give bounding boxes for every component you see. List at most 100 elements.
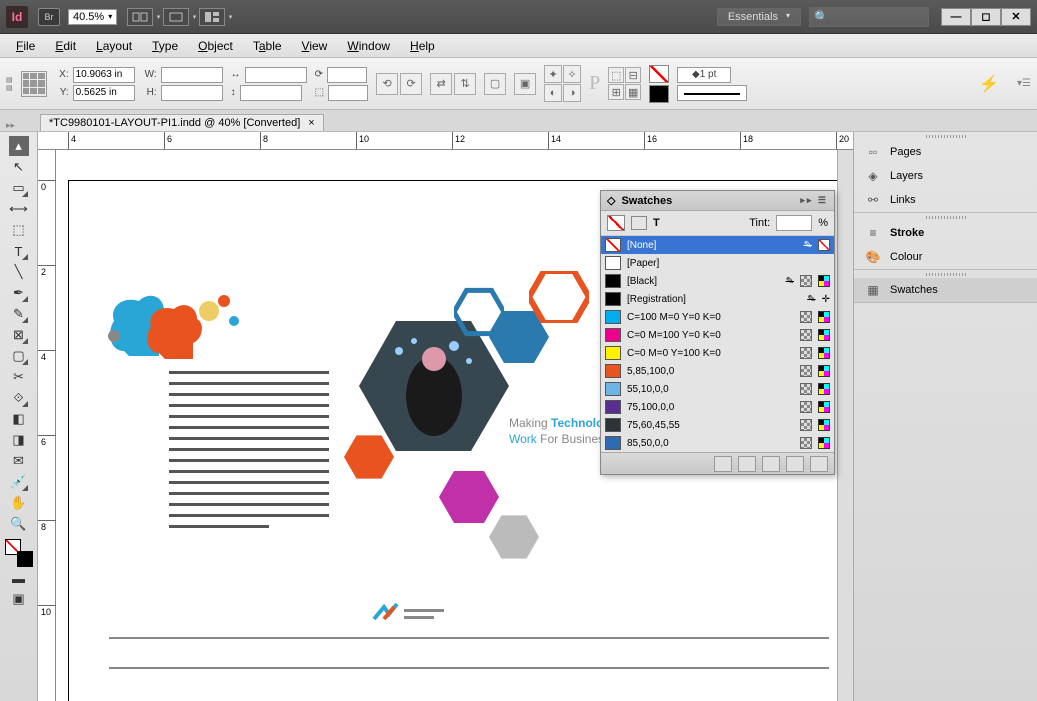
flip-v-icon[interactable]: ⇅ [454,73,476,95]
swatches-floating-panel[interactable]: ◇ Swatches T Tint: % [None]✎[Paper][Blac… [600,190,835,475]
content-icon[interactable]: ▣ [514,73,536,95]
stroke-style-dropdown[interactable] [677,85,747,101]
menu-edit[interactable]: Edit [47,37,84,55]
stroke-swatch-icon[interactable] [631,216,647,230]
workspace-dropdown[interactable]: Essentials [717,8,801,26]
hand-tool[interactable]: ✋ [9,493,29,513]
menu-table[interactable]: Table [245,37,290,55]
menu-file[interactable]: File [8,37,43,55]
vertical-scrollbar[interactable] [837,150,853,701]
close-tab-icon[interactable]: × [308,117,314,129]
pen-tool[interactable]: ✒ [9,283,29,303]
swatch-row[interactable]: C=0 M=100 Y=0 K=0 [601,326,834,344]
swatch-row[interactable]: [None]✎ [601,236,834,254]
rotate-input[interactable] [327,67,367,83]
content-collector-tool[interactable]: ⬚ [9,220,29,240]
type-tool[interactable]: T [9,241,29,261]
minimize-button[interactable]: — [941,8,971,26]
swatch-row[interactable]: C=0 M=0 Y=100 K=0 [601,344,834,362]
y-input[interactable] [73,85,135,101]
stroke-indicator[interactable] [649,85,669,103]
swatch-row[interactable]: 85,50,0,0 [601,434,834,452]
swatch-row[interactable]: 75,100,0,0 [601,398,834,416]
swatch-row[interactable]: 55,10,0,0 [601,380,834,398]
screen-mode-icon[interactable]: ▣ [9,589,29,609]
direct-selection-tool[interactable]: ↖ [9,157,29,177]
screen-mode-button[interactable] [127,8,153,26]
new-swatch-icon[interactable] [714,456,732,472]
align4-icon[interactable]: ▦ [625,84,641,100]
w-input[interactable] [161,67,223,83]
delete-swatch-icon[interactable] [810,456,828,472]
flip-h-icon[interactable]: ⇄ [430,73,452,95]
note-tool[interactable]: ✉ [9,451,29,471]
search-input[interactable]: 🔍 [809,7,929,27]
apply-color-icon[interactable]: ▬ [9,568,29,588]
shear-input[interactable] [328,85,368,101]
fill-indicator[interactable] [649,65,669,83]
panel-links[interactable]: ⚯Links [854,188,1037,212]
new-mixed-icon[interactable] [786,456,804,472]
close-button[interactable]: ✕ [1001,8,1031,26]
panel-pages[interactable]: ▫▫Pages [854,140,1037,164]
fill-swatch-icon[interactable] [607,215,625,231]
view-options-button[interactable] [163,8,189,26]
rectangle-frame-tool[interactable]: ⊠ [9,325,29,345]
free-transform-tool[interactable]: ⟐ [9,388,29,408]
effects4-icon[interactable]: ◑ [563,84,581,102]
new-tint-icon[interactable] [762,456,780,472]
align-icon[interactable]: ⬚ [608,67,624,83]
panel-colour[interactable]: 🎨Colour [854,245,1037,269]
rotate-ccw-icon[interactable]: ⟲ [376,73,398,95]
swatch-row[interactable]: [Registration]✎✛ [601,290,834,308]
align3-icon[interactable]: ⊞ [608,84,624,100]
arrange-documents-button[interactable] [199,8,225,26]
effects3-icon[interactable]: ◐ [544,84,562,102]
fill-stroke-swatch[interactable] [5,539,33,567]
menu-object[interactable]: Object [190,37,241,55]
swatches-panel-title[interactable]: ◇ Swatches [601,191,834,211]
menu-type[interactable]: Type [144,37,186,55]
zoom-level-dropdown[interactable]: 40.5% [68,9,117,25]
menu-window[interactable]: Window [339,37,398,55]
effects2-icon[interactable]: ✧ [563,65,581,83]
document-tab[interactable]: *TC9980101-LAYOUT-PI1.indd @ 40% [Conver… [40,114,324,131]
page-tool[interactable]: ▭ [9,178,29,198]
menu-layout[interactable]: Layout [88,37,140,55]
new-gradient-icon[interactable] [738,456,756,472]
panel-swatches[interactable]: ▦Swatches [854,278,1037,302]
rotate-cw-icon[interactable]: ⟳ [400,73,422,95]
eyedropper-tool[interactable]: 💉 [9,472,29,492]
scale-y-input[interactable] [240,85,302,101]
swatch-row[interactable]: 5,85,100,0 [601,362,834,380]
quick-apply-icon[interactable]: ⚡ [969,74,1009,94]
menu-help[interactable]: Help [402,37,443,55]
container-icon[interactable]: ▢ [484,73,506,95]
panel-layers[interactable]: ◈Layers [854,164,1037,188]
menu-view[interactable]: View [294,37,336,55]
reference-point-grid[interactable] [21,71,47,97]
gap-tool[interactable]: ⟷ [9,199,29,219]
rectangle-tool[interactable]: ▢ [9,346,29,366]
bridge-icon[interactable]: Br [38,8,60,26]
align2-icon[interactable]: ⊟ [625,67,641,83]
pencil-tool[interactable]: ✎ [9,304,29,324]
tint-input[interactable] [776,215,812,231]
selection-tool[interactable]: ▴ [9,136,29,156]
line-tool[interactable]: ╲ [9,262,29,282]
gradient-swatch-tool[interactable]: ◧ [9,409,29,429]
effects-icon[interactable]: ✦ [544,65,562,83]
swatch-row[interactable]: C=100 M=0 Y=0 K=0 [601,308,834,326]
swatch-row[interactable]: [Paper] [601,254,834,272]
zoom-tool[interactable]: 🔍 [9,514,29,534]
gradient-feather-tool[interactable]: ◨ [9,430,29,450]
scale-x-input[interactable] [245,67,307,83]
x-input[interactable] [73,67,135,83]
scissors-tool[interactable]: ✂ [9,367,29,387]
swatch-row[interactable]: [Black]✎ [601,272,834,290]
stroke-weight-input[interactable]: ◆ 1 pt [677,67,731,83]
panel-stroke[interactable]: ≡Stroke [854,221,1037,245]
swatch-row[interactable]: 75,60,45,55 [601,416,834,434]
h-input[interactable] [161,85,223,101]
maximize-button[interactable]: ◻ [971,8,1001,26]
